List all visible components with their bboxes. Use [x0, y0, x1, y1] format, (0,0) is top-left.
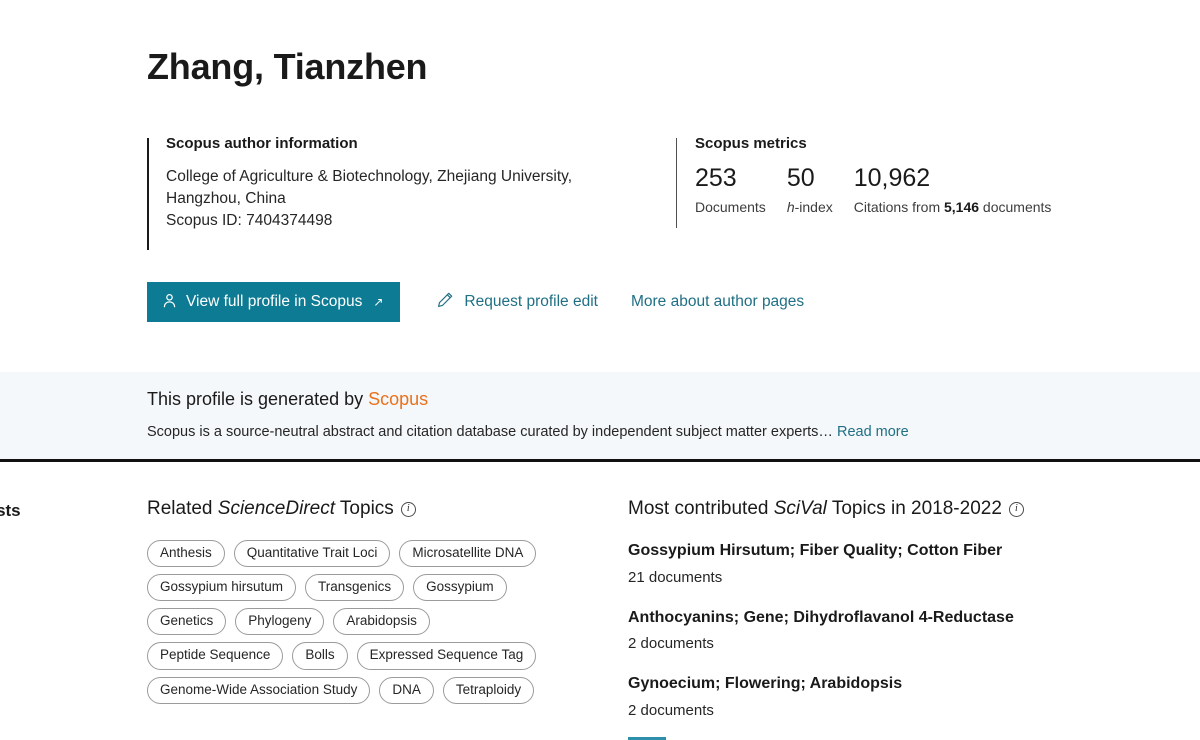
- request-profile-edit-label: Request profile edit: [464, 293, 598, 311]
- topic-pill[interactable]: Anthesis: [147, 539, 225, 567]
- view-full-profile-button[interactable]: View full profile in Scopus ↗: [147, 281, 401, 323]
- read-more-link[interactable]: Read more: [837, 424, 909, 440]
- sv-heading-text: Most contributed SciVal Topics in 2018-2…: [628, 498, 1002, 521]
- topic-pill[interactable]: Arabidopsis: [333, 608, 430, 636]
- topic-pill[interactable]: DNA: [379, 676, 434, 704]
- metric-h-index: 50 h-index: [786, 163, 833, 215]
- citations-value: 10,962: [853, 163, 931, 192]
- topic-pill[interactable]: Genome-Wide Association Study: [147, 676, 371, 704]
- sciencedirect-topics-column: Related ScienceDirect Topics i Anthesis …: [147, 498, 587, 704]
- scival-topic-count: 2 documents: [628, 702, 714, 720]
- info-icon[interactable]: i: [400, 501, 416, 517]
- scopus-brand-name: Scopus: [368, 389, 429, 409]
- list-item: Anthocyanins; Gene; Dihydroflavanol 4-Re…: [628, 608, 1088, 654]
- sciencedirect-topic-pills: Anthesis Quantitative Trait Loci Microsa…: [147, 539, 567, 704]
- scopus-metrics-block: Scopus metrics 253 Documents 50 h-index …: [676, 134, 1051, 232]
- truncated-interests-label: rests: [0, 501, 21, 520]
- profile-header: Zhang, Tianzhen Scopus author informatio…: [0, 0, 1200, 323]
- view-full-profile-label: View full profile in Scopus: [186, 293, 363, 311]
- topic-pill[interactable]: Transgenics: [305, 573, 405, 602]
- accent-rule: [676, 138, 677, 229]
- author-info-title: Scopus author information: [166, 135, 358, 153]
- citations-label-prefix: Citations from: [853, 199, 944, 216]
- accent-rule: [147, 138, 149, 251]
- documents-value: 253: [695, 163, 737, 192]
- citations-doc-count: 5,146: [944, 199, 980, 216]
- scopus-id: Scopus ID: 7404374498: [166, 211, 333, 229]
- author-profile-page: Zhang, Tianzhen Scopus author informatio…: [0, 0, 1200, 740]
- topic-pill[interactable]: Gossypium: [413, 573, 507, 602]
- sd-heading-prefix: Related: [147, 498, 218, 519]
- scival-topics-column: Most contributed SciVal Topics in 2018-2…: [628, 498, 1088, 740]
- person-icon: [162, 293, 177, 312]
- scival-topic-count: 21 documents: [628, 568, 723, 586]
- h-index-label-italic: h: [786, 199, 795, 216]
- scopus-author-information-block: Scopus author information College of Agr…: [147, 134, 667, 251]
- topic-pill[interactable]: Bolls: [292, 642, 348, 670]
- sd-heading-suffix: Topics: [335, 498, 394, 519]
- notice-body-text: Scopus is a source-neutral abstract and …: [147, 424, 837, 441]
- profile-info-row: Scopus author information College of Agr…: [147, 134, 1200, 251]
- sv-heading-prefix: Most contributed: [628, 498, 774, 519]
- topic-pill[interactable]: Gossypium hirsutum: [147, 573, 297, 602]
- notice-title: This profile is generated by Scopus: [147, 388, 1200, 411]
- sd-heading-text: Related ScienceDirect Topics: [147, 498, 394, 521]
- scival-topic-title: Gynoecium; Flowering; Arabidopsis: [628, 675, 903, 693]
- h-index-label: h-index: [787, 199, 833, 215]
- metrics-title: Scopus metrics: [695, 135, 807, 153]
- scival-topic-count: 2 documents: [628, 635, 714, 653]
- profile-actions: View full profile in Scopus ↗ Request pr…: [147, 281, 1200, 323]
- metric-citations: 10,962 Citations from 5,146 documents: [853, 163, 1052, 215]
- scival-topic-title: Anthocyanins; Gene; Dihydroflavanol 4-Re…: [628, 608, 1014, 626]
- page-title: Zhang, Tianzhen: [147, 46, 428, 87]
- list-item: Gynoecium; Flowering; Arabidopsis 2 docu…: [628, 674, 1088, 720]
- documents-label: Documents: [695, 199, 766, 216]
- topic-pill[interactable]: Microsatellite DNA: [399, 539, 537, 567]
- sv-heading-italic: SciVal: [773, 498, 827, 519]
- info-icon[interactable]: i: [1008, 501, 1024, 517]
- metric-documents: 253 Documents: [695, 163, 766, 216]
- notice-body: Scopus is a source-neutral abstract and …: [147, 423, 1200, 442]
- topic-pill[interactable]: Expressed Sequence Tag: [356, 642, 537, 670]
- topic-pill[interactable]: Peptide Sequence: [147, 642, 284, 670]
- request-profile-edit-link[interactable]: Request profile edit: [436, 291, 598, 314]
- scopus-notice-banner: This profile is generated by Scopus Scop…: [0, 372, 1200, 462]
- topic-pill[interactable]: Tetraploidy: [442, 676, 535, 704]
- author-affiliation: College of Agriculture & Biotechnology, …: [166, 167, 573, 207]
- sv-heading-suffix: Topics in 2018-2022: [826, 498, 1002, 519]
- scival-topics-heading: Most contributed SciVal Topics in 2018-2…: [628, 498, 1088, 521]
- citations-label: Citations from 5,146 documents: [854, 199, 1052, 215]
- topic-pill[interactable]: Phylogeny: [235, 608, 325, 636]
- sciencedirect-topics-heading: Related ScienceDirect Topics i: [147, 498, 587, 521]
- external-link-arrow-icon: ↗: [373, 295, 384, 310]
- sd-heading-italic: ScienceDirect: [217, 498, 335, 519]
- h-index-value: 50: [786, 163, 815, 192]
- topic-pill[interactable]: Quantitative Trait Loci: [233, 539, 391, 567]
- metrics-values: 253 Documents 50 h-index 10,962 Citation…: [695, 163, 1052, 216]
- h-index-label-rest: -index: [794, 199, 833, 216]
- citations-label-suffix: documents: [979, 199, 1052, 216]
- scival-topic-title: Gossypium Hirsutum; Fiber Quality; Cotto…: [628, 541, 1003, 559]
- pencil-icon: [436, 291, 454, 314]
- list-item: Gossypium Hirsutum; Fiber Quality; Cotto…: [628, 541, 1088, 587]
- more-about-author-pages-link[interactable]: More about author pages: [631, 293, 804, 311]
- scival-topic-list: Gossypium Hirsutum; Fiber Quality; Cotto…: [628, 541, 1088, 720]
- notice-title-prefix: This profile is generated by: [147, 389, 369, 409]
- topic-pill[interactable]: Genetics: [147, 608, 227, 636]
